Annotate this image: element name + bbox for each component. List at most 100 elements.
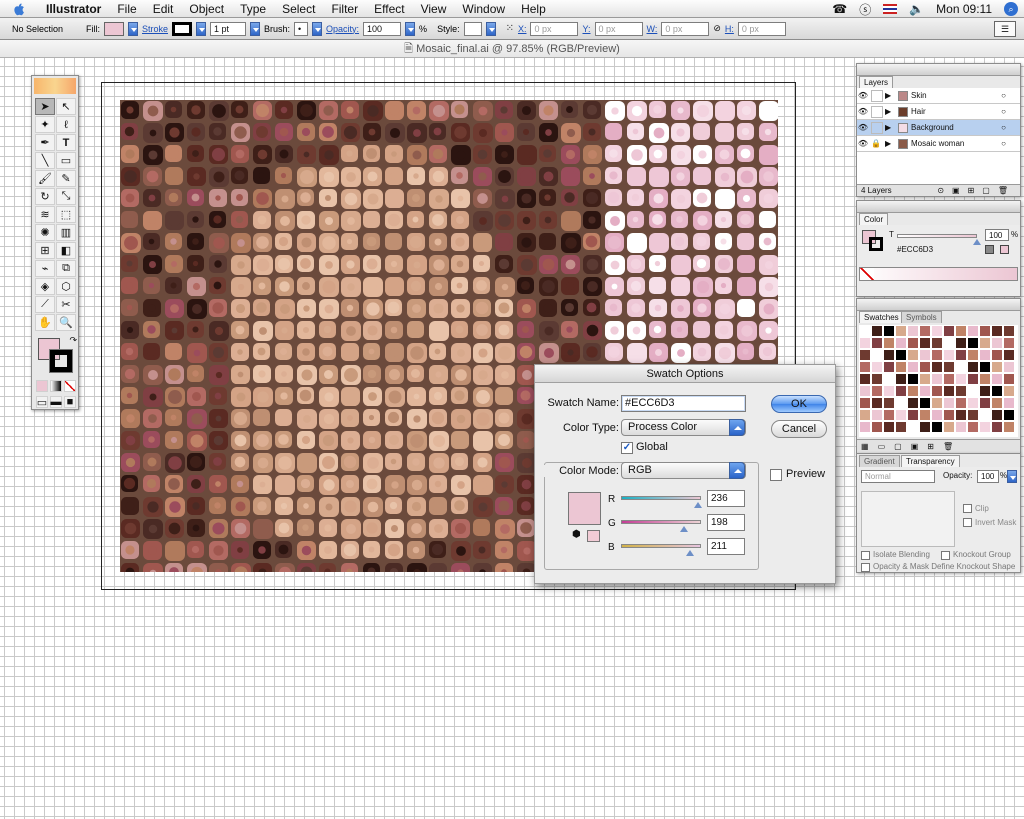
swatch-chip[interactable]: [919, 421, 931, 433]
swatches-palette-header[interactable]: [857, 299, 1020, 311]
r-slider-thumb[interactable]: [694, 502, 702, 508]
brush-popup[interactable]: [312, 21, 323, 36]
r-slider[interactable]: [621, 496, 701, 500]
style-popup[interactable]: [485, 21, 496, 36]
live-paint-tool-icon[interactable]: ◈: [35, 278, 55, 295]
swatch-chip[interactable]: [979, 385, 991, 397]
swatch-chip[interactable]: [883, 421, 895, 433]
swatch-chip[interactable]: [919, 409, 931, 421]
swatch-chip[interactable]: [907, 337, 919, 349]
swatch-chip[interactable]: [907, 421, 919, 433]
swatch-chip[interactable]: [919, 361, 931, 373]
swatch-chip[interactable]: [859, 349, 871, 361]
swatch-chip[interactable]: [955, 325, 967, 337]
menu-object[interactable]: Object: [181, 0, 232, 18]
swatch-chip[interactable]: [895, 385, 907, 397]
swatch-chip[interactable]: [979, 349, 991, 361]
swatch-chip[interactable]: [967, 397, 979, 409]
swatch-chip[interactable]: [967, 421, 979, 433]
color-mode-select[interactable]: RGB: [621, 462, 746, 479]
palette-menu-icon[interactable]: ☰: [994, 20, 1016, 37]
web-safe-icon[interactable]: [1000, 245, 1009, 254]
swatch-chip[interactable]: [931, 397, 943, 409]
swatch-chip[interactable]: [931, 385, 943, 397]
full-screen-mode-icon[interactable]: ■: [64, 396, 76, 408]
blend-mode-select[interactable]: Normal: [861, 470, 935, 483]
h-field[interactable]: 0 px: [737, 21, 786, 36]
mesh-tool-icon[interactable]: ⊞: [35, 242, 55, 259]
expand-triangle-icon[interactable]: ▶: [885, 91, 895, 100]
expand-triangle-icon[interactable]: ▶: [885, 107, 895, 116]
tab-swatches[interactable]: Swatches: [859, 311, 904, 323]
w-field[interactable]: 0 px: [661, 21, 710, 36]
gradient-button-icon[interactable]: [50, 380, 62, 392]
w-label[interactable]: W:: [647, 24, 658, 34]
lock-icon[interactable]: 🔒: [871, 139, 883, 148]
swatch-chip[interactable]: [967, 337, 979, 349]
swatch-chip[interactable]: [871, 373, 883, 385]
swatch-chip[interactable]: [931, 325, 943, 337]
swatch-chip[interactable]: [895, 325, 907, 337]
tint-slider[interactable]: [897, 234, 977, 238]
swatch-chip[interactable]: [1003, 361, 1015, 373]
clock[interactable]: Mon 09:11: [936, 2, 992, 16]
swatch-chip[interactable]: [907, 349, 919, 361]
swatch-chip[interactable]: [1003, 385, 1015, 397]
knockout-group-checkbox[interactable]: [941, 551, 950, 560]
tint-field[interactable]: 100: [985, 229, 1009, 241]
swatch-chip[interactable]: [931, 373, 943, 385]
color-palette-header[interactable]: [857, 201, 1020, 213]
b-slider-thumb[interactable]: [686, 550, 694, 556]
expand-triangle-icon[interactable]: ▶: [885, 123, 895, 132]
volume-icon[interactable]: 🔈: [909, 2, 924, 16]
eye-icon[interactable]: 👁: [857, 107, 869, 116]
swatch-chip[interactable]: [979, 397, 991, 409]
clip-checkbox[interactable]: [963, 504, 972, 513]
swatch-chip[interactable]: [883, 337, 895, 349]
swatch-chip[interactable]: [919, 385, 931, 397]
swatch-chip[interactable]: [943, 325, 955, 337]
tab-symbols[interactable]: Symbols: [901, 311, 942, 323]
stroke-weight-field[interactable]: 1 pt: [210, 21, 247, 36]
mask-thumbnail[interactable]: [861, 491, 955, 547]
new-swatch-icon[interactable]: ⊞: [927, 442, 943, 451]
swatch-chip[interactable]: [955, 397, 967, 409]
swatch-chip[interactable]: [883, 397, 895, 409]
hand-tool-icon[interactable]: ✋: [35, 314, 55, 331]
isolate-blending-checkbox[interactable]: [861, 551, 870, 560]
swatch-chip[interactable]: [895, 337, 907, 349]
app-menu[interactable]: Illustrator: [38, 0, 109, 18]
swatch-chip[interactable]: [943, 361, 955, 373]
swatch-chip[interactable]: [859, 361, 871, 373]
trash-icon[interactable]: 🗑: [943, 442, 962, 451]
swatch-chip[interactable]: [991, 361, 1003, 373]
swatch-chip[interactable]: [907, 373, 919, 385]
swatch-chip[interactable]: [883, 325, 895, 337]
swatch-chip[interactable]: [979, 421, 991, 433]
swatch-chip[interactable]: [967, 325, 979, 337]
stroke-popup[interactable]: [196, 21, 207, 36]
h-label[interactable]: H:: [725, 24, 734, 34]
layer-row-hair[interactable]: 👁 ▶ Hair ○: [857, 104, 1020, 120]
color-stroke-box[interactable]: [869, 237, 883, 251]
swatch-libraries-icon[interactable]: ▦: [861, 442, 878, 451]
b-slider[interactable]: [621, 544, 701, 548]
standard-screen-mode-icon[interactable]: ▭: [36, 396, 48, 409]
swatch-options-icon[interactable]: ▢: [894, 442, 911, 451]
menu-file[interactable]: File: [109, 0, 144, 18]
swatch-chip[interactable]: [907, 361, 919, 373]
clipping-mask-icon[interactable]: ▣: [952, 186, 968, 195]
stroke-color-box[interactable]: [49, 349, 73, 373]
menu-edit[interactable]: Edit: [145, 0, 182, 18]
none-swatch-icon[interactable]: [860, 268, 874, 280]
eye-icon[interactable]: 👁: [857, 139, 869, 148]
swatch-chip[interactable]: [979, 409, 991, 421]
swatch-chip[interactable]: [991, 373, 1003, 385]
target-circle-icon[interactable]: ○: [1001, 123, 1006, 132]
swatch-chip[interactable]: [895, 397, 907, 409]
b-field[interactable]: 211: [707, 538, 745, 555]
stroke-weight-popup[interactable]: [250, 21, 261, 36]
new-layer-icon[interactable]: ▢: [982, 186, 998, 195]
swatch-chip[interactable]: [871, 325, 883, 337]
eye-icon[interactable]: 👁: [857, 123, 869, 132]
